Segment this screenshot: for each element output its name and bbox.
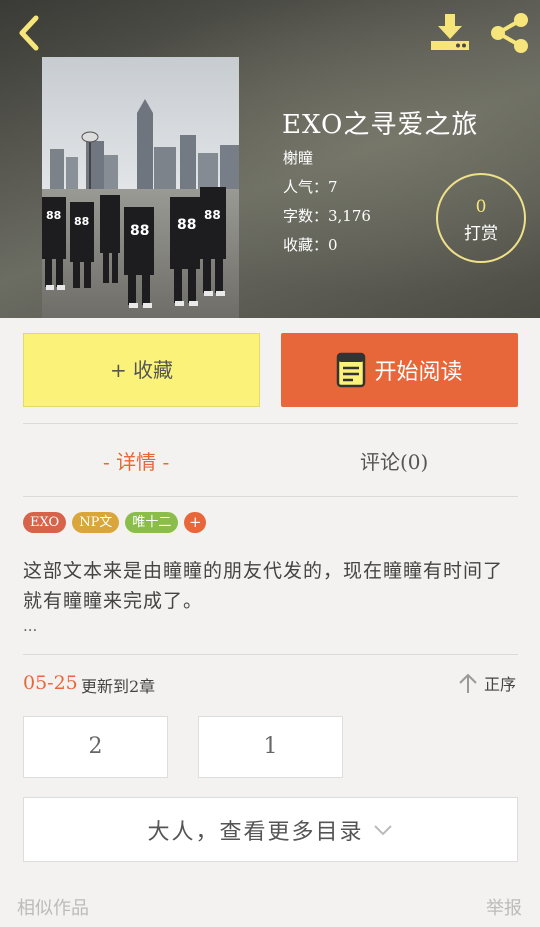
start-reading-label: 开始阅读 <box>374 360 463 385</box>
view-more-catalog-label: 大人，查看更多目录 <box>147 819 364 845</box>
reward-label: 打赏 <box>464 224 498 244</box>
cover-photo: 88 88 88 88 88 <box>42 57 239 318</box>
reward-button[interactable]: 0 打赏 <box>436 173 526 263</box>
jersey-number: 88 <box>204 208 221 222</box>
tab-comment[interactable]: 评论(0) <box>360 446 428 475</box>
popularity-stat: 人气：7 <box>283 178 338 196</box>
jersey-number: 88 <box>177 217 196 233</box>
book-header: 88 88 88 88 88 EXO之寻爱之旅 榭瞳 人气：7 字数：3,176… <box>0 0 540 318</box>
similar-works-link[interactable]: 相似作品 <box>17 894 89 920</box>
word-count-stat: 字数：3,176 <box>283 207 371 225</box>
back-button[interactable] <box>14 14 46 52</box>
update-text: 更新到2章 <box>81 677 156 696</box>
add-tag-button[interactable]: + <box>184 512 207 533</box>
tag-np[interactable]: NP文 <box>72 512 120 533</box>
add-to-favorites-button[interactable]: + 收藏 <box>23 333 260 407</box>
jersey-number: 88 <box>130 223 149 239</box>
reward-count: 0 <box>475 197 487 217</box>
tag-list: EXO NP文 唯十二 + <box>23 512 207 533</box>
divider <box>23 496 518 497</box>
favorites-stat: 收藏：0 <box>283 236 338 254</box>
download-icon <box>431 14 469 50</box>
chevron-down-icon <box>373 824 392 835</box>
sort-order-button[interactable]: 正序 <box>458 671 516 695</box>
tag-wei-shier[interactable]: 唯十二 <box>125 512 179 533</box>
tab-detail[interactable]: - 详情 - <box>103 446 169 475</box>
view-more-catalog-button[interactable]: 大人，查看更多目录 <box>23 797 518 862</box>
expand-description[interactable]: ... <box>23 617 37 635</box>
arrow-up-icon <box>459 673 477 693</box>
jersey-number: 88 <box>74 215 89 228</box>
divider <box>23 654 518 655</box>
share-icon <box>491 13 528 53</box>
chapter-item[interactable]: 2 <box>23 716 168 778</box>
sort-order-label: 正序 <box>484 675 517 694</box>
book-description: 这部文本来是由瞳瞳的朋友代发的，现在瞳瞳有时间了就有瞳瞳来完成了。 <box>23 560 504 612</box>
chevron-left-icon <box>19 15 39 51</box>
author-name[interactable]: 榭瞳 <box>283 147 313 168</box>
chapter-item[interactable]: 1 <box>198 716 343 778</box>
jersey-number: 88 <box>46 209 61 222</box>
book-cover-image[interactable]: 88 88 88 88 88 <box>42 57 239 318</box>
book-title: EXO之寻爱之旅 <box>282 110 479 140</box>
start-reading-button[interactable]: 开始阅读 <box>281 333 518 407</box>
report-link[interactable]: 举报 <box>486 894 522 920</box>
divider <box>23 423 518 424</box>
download-button[interactable] <box>428 12 472 52</box>
tag-exo[interactable]: EXO <box>23 512 67 533</box>
update-date: 05-25 <box>23 672 78 694</box>
book-icon <box>337 352 366 388</box>
share-button[interactable] <box>488 12 532 54</box>
